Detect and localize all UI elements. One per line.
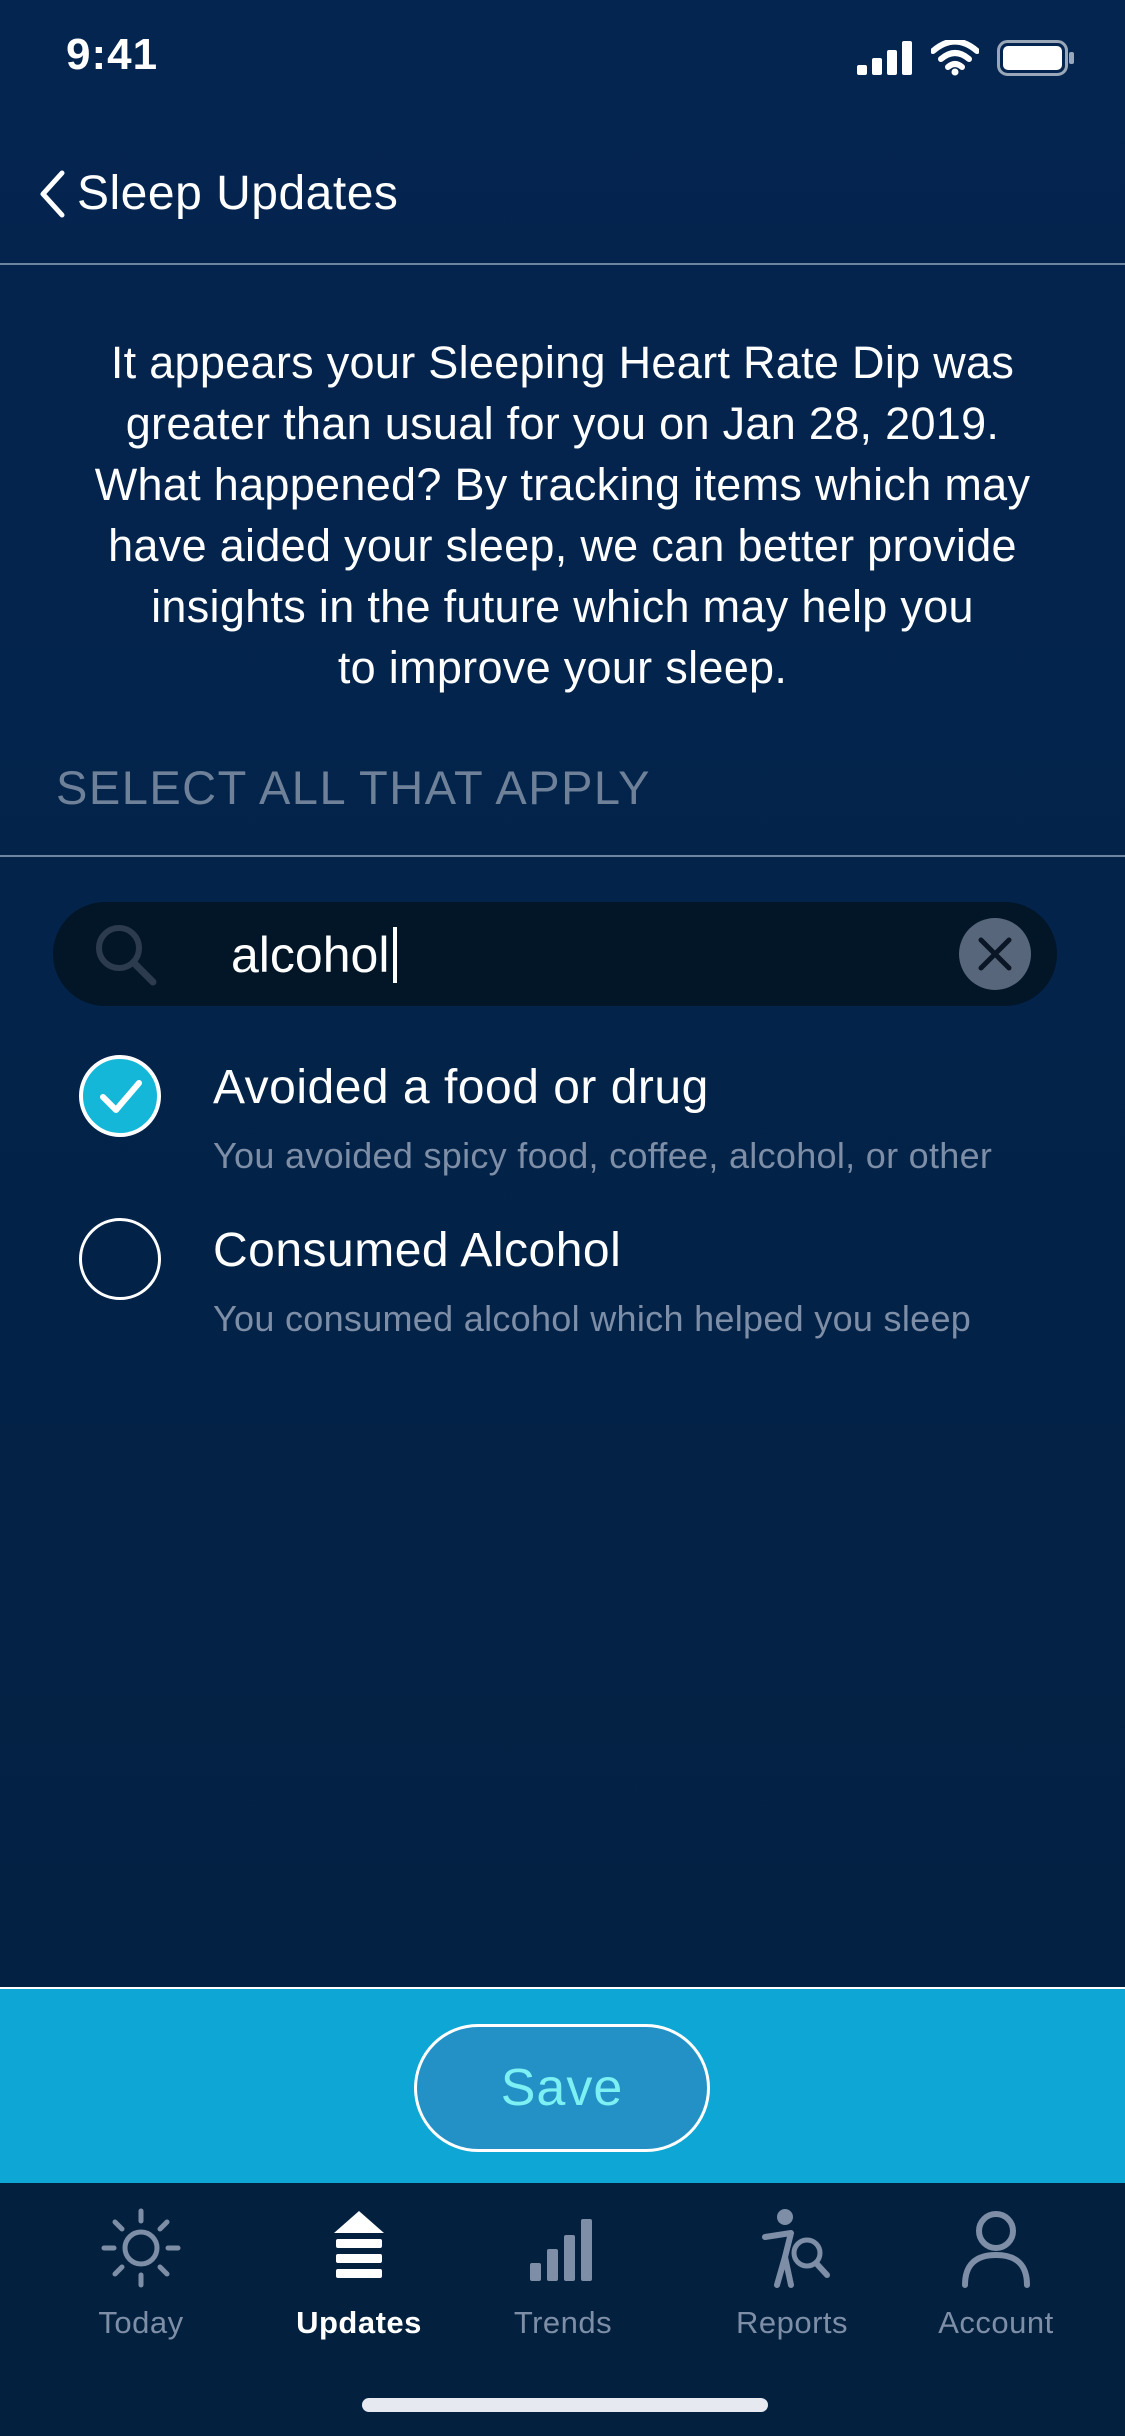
tab-updates[interactable]: Updates (269, 2203, 449, 2341)
tab-reports[interactable]: Reports (702, 2203, 882, 2341)
search-input[interactable]: alcohol (231, 926, 398, 984)
tab-label: Trends (513, 2305, 613, 2340)
status-icons (857, 40, 1075, 76)
checkbox-checked[interactable] (79, 1055, 161, 1137)
tab-label: Updates (296, 2305, 422, 2340)
option-subtitle: You consumed alcohol which helped you sl… (213, 1298, 972, 1339)
chevron-left-icon (40, 170, 65, 218)
intro-line: insights in the future which may help yo… (151, 581, 974, 632)
page-title: Sleep Updates (77, 167, 399, 220)
divider (0, 855, 1125, 857)
intro-text: It appears your Sleeping Heart Rate Dip … (20, 332, 1105, 698)
cellular-signal-icon (857, 41, 912, 75)
status-bar: 9:41 (0, 0, 1125, 120)
bar-chart-icon (530, 2219, 592, 2281)
close-icon (978, 937, 1012, 971)
checkbox-unchecked[interactable] (79, 1218, 161, 1300)
home-indicator (362, 2398, 768, 2412)
tab-label: Today (98, 2305, 184, 2340)
updates-icon (334, 2211, 384, 2278)
tab-label: Reports (735, 2305, 849, 2340)
list-item[interactable]: Consumed Alcohol You consumed alcohol wh… (0, 1213, 1125, 1373)
intro-line: to improve your sleep. (337, 642, 788, 693)
reports-icon (762, 2209, 830, 2288)
screen: 9:41 Sleep Updates It appears your Sleep… (0, 0, 1125, 2436)
checkmark-icon (100, 1080, 142, 1113)
tab-label: Account (938, 2305, 1054, 2340)
option-title: Consumed Alcohol (213, 1224, 622, 1277)
save-bar: Save (0, 1987, 1125, 2183)
option-title: Avoided a food or drug (213, 1061, 709, 1114)
back-button[interactable] (22, 164, 82, 224)
sun-icon (101, 2208, 181, 2288)
clear-search-button[interactable] (959, 918, 1031, 990)
intro-line: greater than usual for you on Jan 28, 20… (125, 398, 1000, 449)
nav-bar: Sleep Updates (0, 130, 1125, 265)
search-bar[interactable]: alcohol (53, 902, 1057, 1006)
save-button[interactable]: Save (414, 2024, 710, 2152)
text-caret (393, 927, 398, 983)
status-time: 9:41 (66, 30, 159, 79)
search-input-value: alcohol (231, 927, 390, 983)
person-icon (962, 2211, 1030, 2288)
tab-account[interactable]: Account (906, 2203, 1086, 2341)
intro-line: It appears your Sleeping Heart Rate Dip … (110, 337, 1015, 388)
search-icon (96, 925, 157, 986)
wifi-icon (931, 40, 979, 76)
intro-line: have aided your sleep, we can better pro… (108, 520, 1017, 571)
section-label: SELECT ALL THAT APPLY (56, 761, 651, 814)
intro-line: What happened? By tracking items which m… (94, 459, 1031, 510)
list-item[interactable]: Avoided a food or drug You avoided spicy… (0, 1050, 1125, 1210)
tab-today[interactable]: Today (51, 2203, 231, 2341)
battery-icon (997, 40, 1074, 76)
option-subtitle: You avoided spicy food, coffee, alcohol,… (213, 1135, 993, 1176)
tab-trends[interactable]: Trends (473, 2203, 653, 2341)
